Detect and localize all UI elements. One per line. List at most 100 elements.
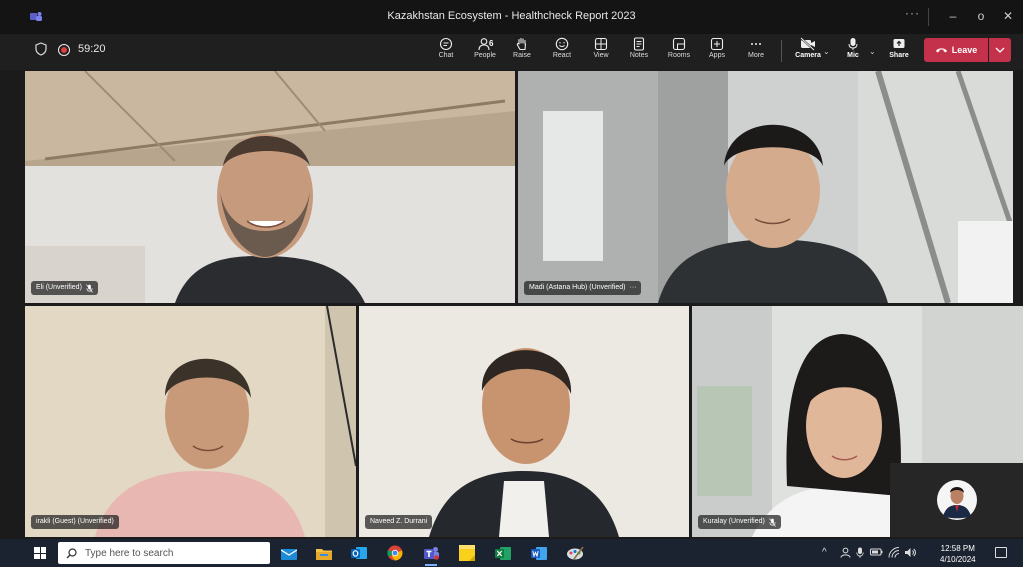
notes-label: Notes [629, 52, 649, 59]
leave-options-button[interactable] [989, 38, 1011, 62]
people-button[interactable]: 6 People [471, 34, 499, 70]
raise-label: Raise [513, 52, 531, 59]
plus-icon [710, 37, 724, 51]
video-tile-naveed[interactable]: Naveed Z. Durrani [359, 306, 689, 537]
participant-video-eli [25, 71, 515, 303]
participant-more-button[interactable]: ··· [629, 281, 636, 295]
share-button[interactable]: Share [887, 34, 911, 70]
self-view[interactable] [890, 463, 1023, 537]
notes-icon [633, 37, 645, 51]
chat-button[interactable]: Chat [435, 34, 457, 70]
teams-icon[interactable] [422, 544, 440, 566]
apps-button[interactable]: Apps [706, 34, 728, 70]
camera-options-chevron-icon[interactable]: ⌄ [823, 47, 830, 56]
participant-name-tag: irakli (Guest) (Unverified) [31, 515, 119, 529]
mic-options-chevron-icon[interactable]: ⌄ [869, 47, 876, 56]
camera-off-icon [800, 37, 815, 51]
mail-icon[interactable] [280, 544, 298, 562]
taskbar-clock[interactable]: 12:58 PM 4/10/2024 [940, 543, 976, 565]
title-more-button[interactable]: ··· [905, 6, 920, 20]
react-button[interactable]: React [550, 34, 574, 70]
participant-name-tag: Naveed Z. Durrani [365, 515, 433, 529]
mic-label: Mic [847, 52, 859, 59]
more-label: More [748, 52, 764, 59]
chevron-down-icon [995, 47, 1005, 53]
react-label: React [552, 52, 572, 59]
share-icon [893, 39, 905, 48]
search-input[interactable] [85, 547, 255, 559]
participant-name: Madi (Astana Hub) (Unverified) [529, 284, 626, 291]
tray-people-icon[interactable] [840, 547, 851, 558]
taskbar-search-box[interactable] [58, 542, 270, 564]
search-icon [66, 547, 77, 558]
chat-label: Chat [438, 52, 454, 59]
meeting-toolbar: 59:20 Chat 6 People Raise React View Not… [0, 34, 1023, 70]
tray-chevron-up-icon[interactable]: ^ [822, 547, 827, 558]
more-icon [751, 43, 761, 45]
sticky-notes-icon[interactable] [458, 544, 476, 562]
rooms-label: Rooms [667, 52, 691, 59]
excel-icon[interactable] [494, 544, 512, 562]
tray-battery-icon[interactable] [870, 547, 883, 557]
outlook-icon[interactable] [350, 544, 368, 562]
participant-name: Eli (Unverified) [36, 284, 82, 291]
tray-wifi-icon[interactable] [888, 547, 900, 558]
more-button[interactable]: More [744, 34, 768, 70]
toolbar-divider [781, 40, 782, 62]
people-count: 6 [489, 39, 494, 48]
file-explorer-icon[interactable] [315, 544, 333, 562]
rooms-button[interactable]: Rooms [666, 34, 692, 70]
camera-button[interactable]: Camera [793, 34, 823, 70]
video-tile-eli[interactable]: Eli (Unverified) [25, 71, 515, 303]
tray-mic-icon[interactable] [856, 547, 864, 558]
people-label: People [474, 52, 496, 59]
paint-icon[interactable] [566, 544, 584, 562]
smiley-icon [555, 37, 569, 51]
video-tile-irakli[interactable]: irakli (Guest) (Unverified) [25, 306, 356, 537]
leave-button[interactable]: Leave [924, 38, 988, 62]
title-divider [928, 8, 929, 26]
windows-start-icon[interactable] [34, 547, 46, 559]
hand-icon [516, 37, 527, 51]
tray-volume-icon[interactable] [904, 547, 916, 558]
participant-name-tag: Kuralay (Unverified) [698, 515, 781, 529]
mic-button[interactable]: Mic [843, 34, 863, 70]
notification-center-icon[interactable] [995, 547, 1007, 558]
grid-icon [594, 37, 608, 51]
mic-icon [848, 38, 858, 50]
mic-off-icon [768, 517, 776, 527]
view-label: View [593, 52, 609, 59]
view-button[interactable]: View [590, 34, 612, 70]
apps-label: Apps [709, 52, 725, 59]
participant-name: Kuralay (Unverified) [703, 518, 765, 525]
leave-label: Leave [951, 45, 978, 55]
participant-name: Naveed Z. Durrani [370, 518, 428, 525]
hang-up-icon [935, 48, 947, 53]
participant-video-naveed [359, 306, 689, 537]
notes-button[interactable]: Notes [627, 34, 651, 70]
title-bar: Kazakhstan Ecosystem - Healthcheck Repor… [0, 0, 1023, 34]
word-icon[interactable] [530, 544, 548, 562]
chrome-icon[interactable] [386, 544, 404, 562]
shield-icon[interactable] [35, 42, 47, 56]
windows-taskbar: ^ 12:58 PM 4/10/2024 [0, 539, 1023, 567]
raise-hand-button[interactable]: Raise [511, 34, 533, 70]
participant-name-tag: Madi (Astana Hub) (Unverified) ··· [524, 281, 642, 295]
mic-off-icon [86, 283, 93, 293]
self-avatar [936, 480, 977, 520]
video-tile-madi[interactable]: Madi (Astana Hub) (Unverified) ··· [518, 71, 1013, 303]
close-button[interactable]: ✕ [999, 7, 1017, 25]
maximize-button[interactable]: o [972, 7, 990, 25]
rooms-icon [672, 37, 686, 51]
teams-meeting-window: Kazakhstan Ecosystem - Healthcheck Repor… [0, 0, 1023, 567]
camera-label: Camera [795, 52, 821, 59]
participant-name: irakli (Guest) (Unverified) [36, 518, 114, 525]
participant-name-tag: Eli (Unverified) [31, 281, 98, 295]
participant-video-irakli [25, 306, 356, 537]
share-label: Share [889, 52, 909, 59]
minimize-button[interactable]: – [944, 7, 962, 25]
clock-date: 4/10/2024 [940, 555, 976, 564]
recording-indicator-icon [58, 44, 70, 56]
participant-video-madi [518, 71, 1013, 303]
window-title: Kazakhstan Ecosystem - Healthcheck Repor… [387, 10, 636, 22]
